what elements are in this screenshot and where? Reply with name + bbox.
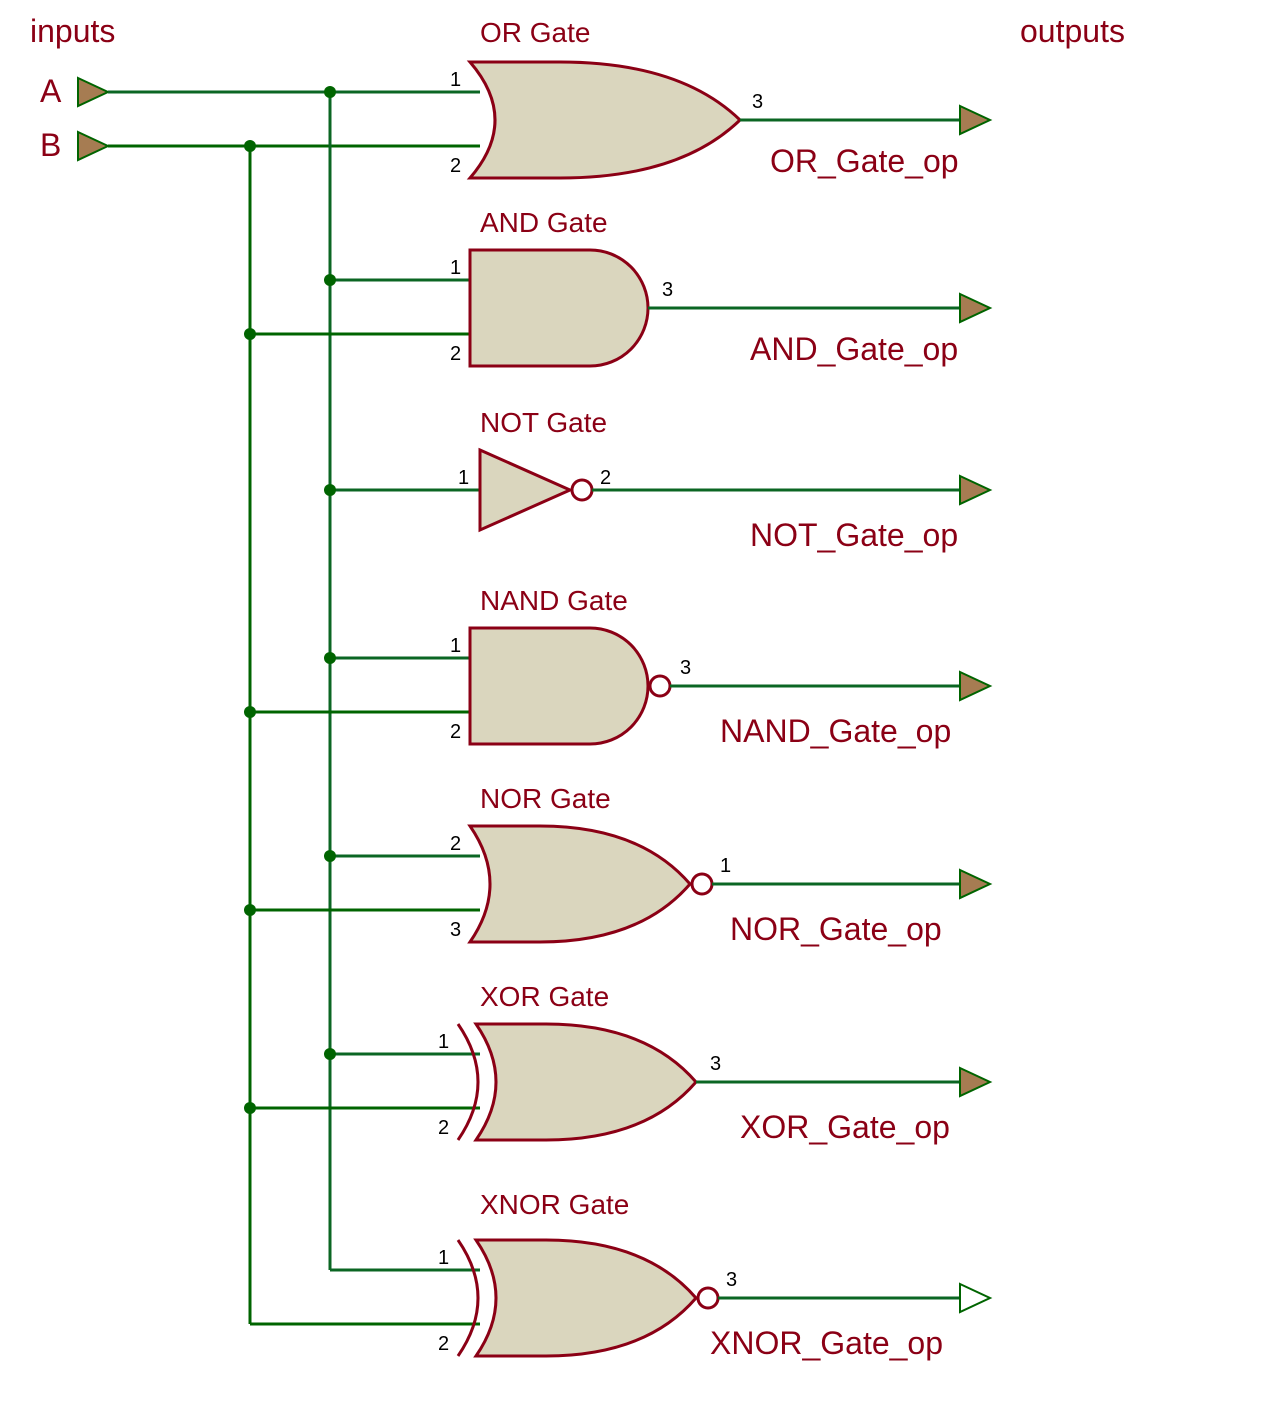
- xor-pin-out: 3: [710, 1053, 721, 1075]
- input-a-label: A: [40, 73, 62, 109]
- junction: [324, 850, 336, 862]
- junction: [324, 274, 336, 286]
- nor-gate-title: NOR Gate: [480, 783, 611, 814]
- nand-pin1: 1: [450, 635, 461, 657]
- not-output-arrow-icon: [960, 476, 990, 504]
- and-gate-title: AND Gate: [480, 207, 608, 238]
- xnor-gate-body: [476, 1240, 696, 1356]
- xor-gate-title: XOR Gate: [480, 981, 609, 1012]
- nor-pin1: 2: [450, 833, 461, 855]
- nor-bubble-icon: [692, 874, 712, 894]
- not-output-label: NOT_Gate_op: [750, 517, 958, 553]
- not-gate-title: NOT Gate: [480, 407, 607, 438]
- and-pin2: 2: [450, 343, 461, 365]
- logic-gate-diagram: inputs outputs A B OR Gate 1 2 3 OR_Gate…: [0, 0, 1276, 1416]
- nand-gate-title: NAND Gate: [480, 585, 628, 616]
- or-pin-out: 3: [752, 91, 763, 113]
- input-b-label: B: [40, 127, 61, 163]
- nor-pin-out: 1: [720, 855, 731, 877]
- and-output-arrow-icon: [960, 294, 990, 322]
- or-gate-title: OR Gate: [480, 17, 590, 48]
- xor-output-arrow-icon: [960, 1068, 990, 1096]
- xnor-back-curve: [458, 1240, 478, 1356]
- xnor-output-arrow-icon: [960, 1284, 990, 1312]
- xnor-bubble-icon: [698, 1288, 718, 1308]
- or-pin2: 2: [450, 155, 461, 177]
- xnor-gate: XNOR Gate 1 2 3 XNOR_Gate_op: [250, 1189, 990, 1361]
- nor-gate: NOR Gate 2 3 1 NOR_Gate_op: [244, 783, 990, 947]
- and-pin-out: 3: [662, 279, 673, 301]
- or-gate: OR Gate 1 2 3 OR_Gate_op: [450, 17, 990, 179]
- input-a-arrow-icon: [78, 78, 108, 106]
- xor-pin1: 1: [438, 1031, 449, 1053]
- junction: [244, 140, 256, 152]
- xor-pin2: 2: [438, 1117, 449, 1139]
- junction: [324, 1048, 336, 1060]
- junction: [244, 1102, 256, 1114]
- xnor-gate-title: XNOR Gate: [480, 1189, 629, 1220]
- or-gate-body: [470, 62, 740, 178]
- nand-pin-out: 3: [680, 657, 691, 679]
- and-gate: AND Gate 1 2 3 AND_Gate_op: [244, 207, 990, 367]
- xnor-pin1: 1: [438, 1247, 449, 1269]
- nand-bubble-icon: [650, 676, 670, 696]
- xnor-output-label: XNOR_Gate_op: [710, 1325, 943, 1361]
- junction: [324, 652, 336, 664]
- or-output-arrow-icon: [960, 106, 990, 134]
- not-pin1: 1: [458, 467, 469, 489]
- junction: [324, 86, 336, 98]
- xor-gate-body: [476, 1024, 696, 1140]
- junction: [244, 904, 256, 916]
- nor-pin2: 3: [450, 919, 461, 941]
- or-output-label: OR_Gate_op: [770, 143, 959, 179]
- nand-gate: NAND Gate 1 2 3 NAND_Gate_op: [244, 585, 990, 749]
- and-pin1: 1: [450, 257, 461, 279]
- junction: [244, 328, 256, 340]
- not-gate-body: [480, 450, 570, 530]
- outputs-header: outputs: [1020, 13, 1125, 49]
- not-pin-out: 2: [600, 467, 611, 489]
- nor-output-label: NOR_Gate_op: [730, 911, 942, 947]
- xor-back-curve: [458, 1024, 478, 1140]
- or-pin1: 1: [450, 69, 461, 91]
- xor-output-label: XOR_Gate_op: [740, 1109, 950, 1145]
- nand-gate-body: [470, 628, 648, 744]
- and-output-label: AND_Gate_op: [750, 331, 958, 367]
- and-gate-body: [470, 250, 648, 366]
- nand-output-label: NAND_Gate_op: [720, 713, 951, 749]
- not-gate: NOT Gate 1 2 NOT_Gate_op: [324, 407, 990, 553]
- xnor-pin2: 2: [438, 1333, 449, 1355]
- nand-pin2: 2: [450, 721, 461, 743]
- junction: [324, 484, 336, 496]
- not-bubble-icon: [572, 480, 592, 500]
- xnor-pin-out: 3: [726, 1269, 737, 1291]
- junction: [244, 706, 256, 718]
- xor-gate: XOR Gate 1 2 3 XOR_Gate_op: [244, 981, 990, 1145]
- nor-output-arrow-icon: [960, 870, 990, 898]
- nand-output-arrow-icon: [960, 672, 990, 700]
- inputs-header: inputs: [30, 13, 115, 49]
- nor-gate-body: [470, 826, 690, 942]
- input-b-arrow-icon: [78, 132, 108, 160]
